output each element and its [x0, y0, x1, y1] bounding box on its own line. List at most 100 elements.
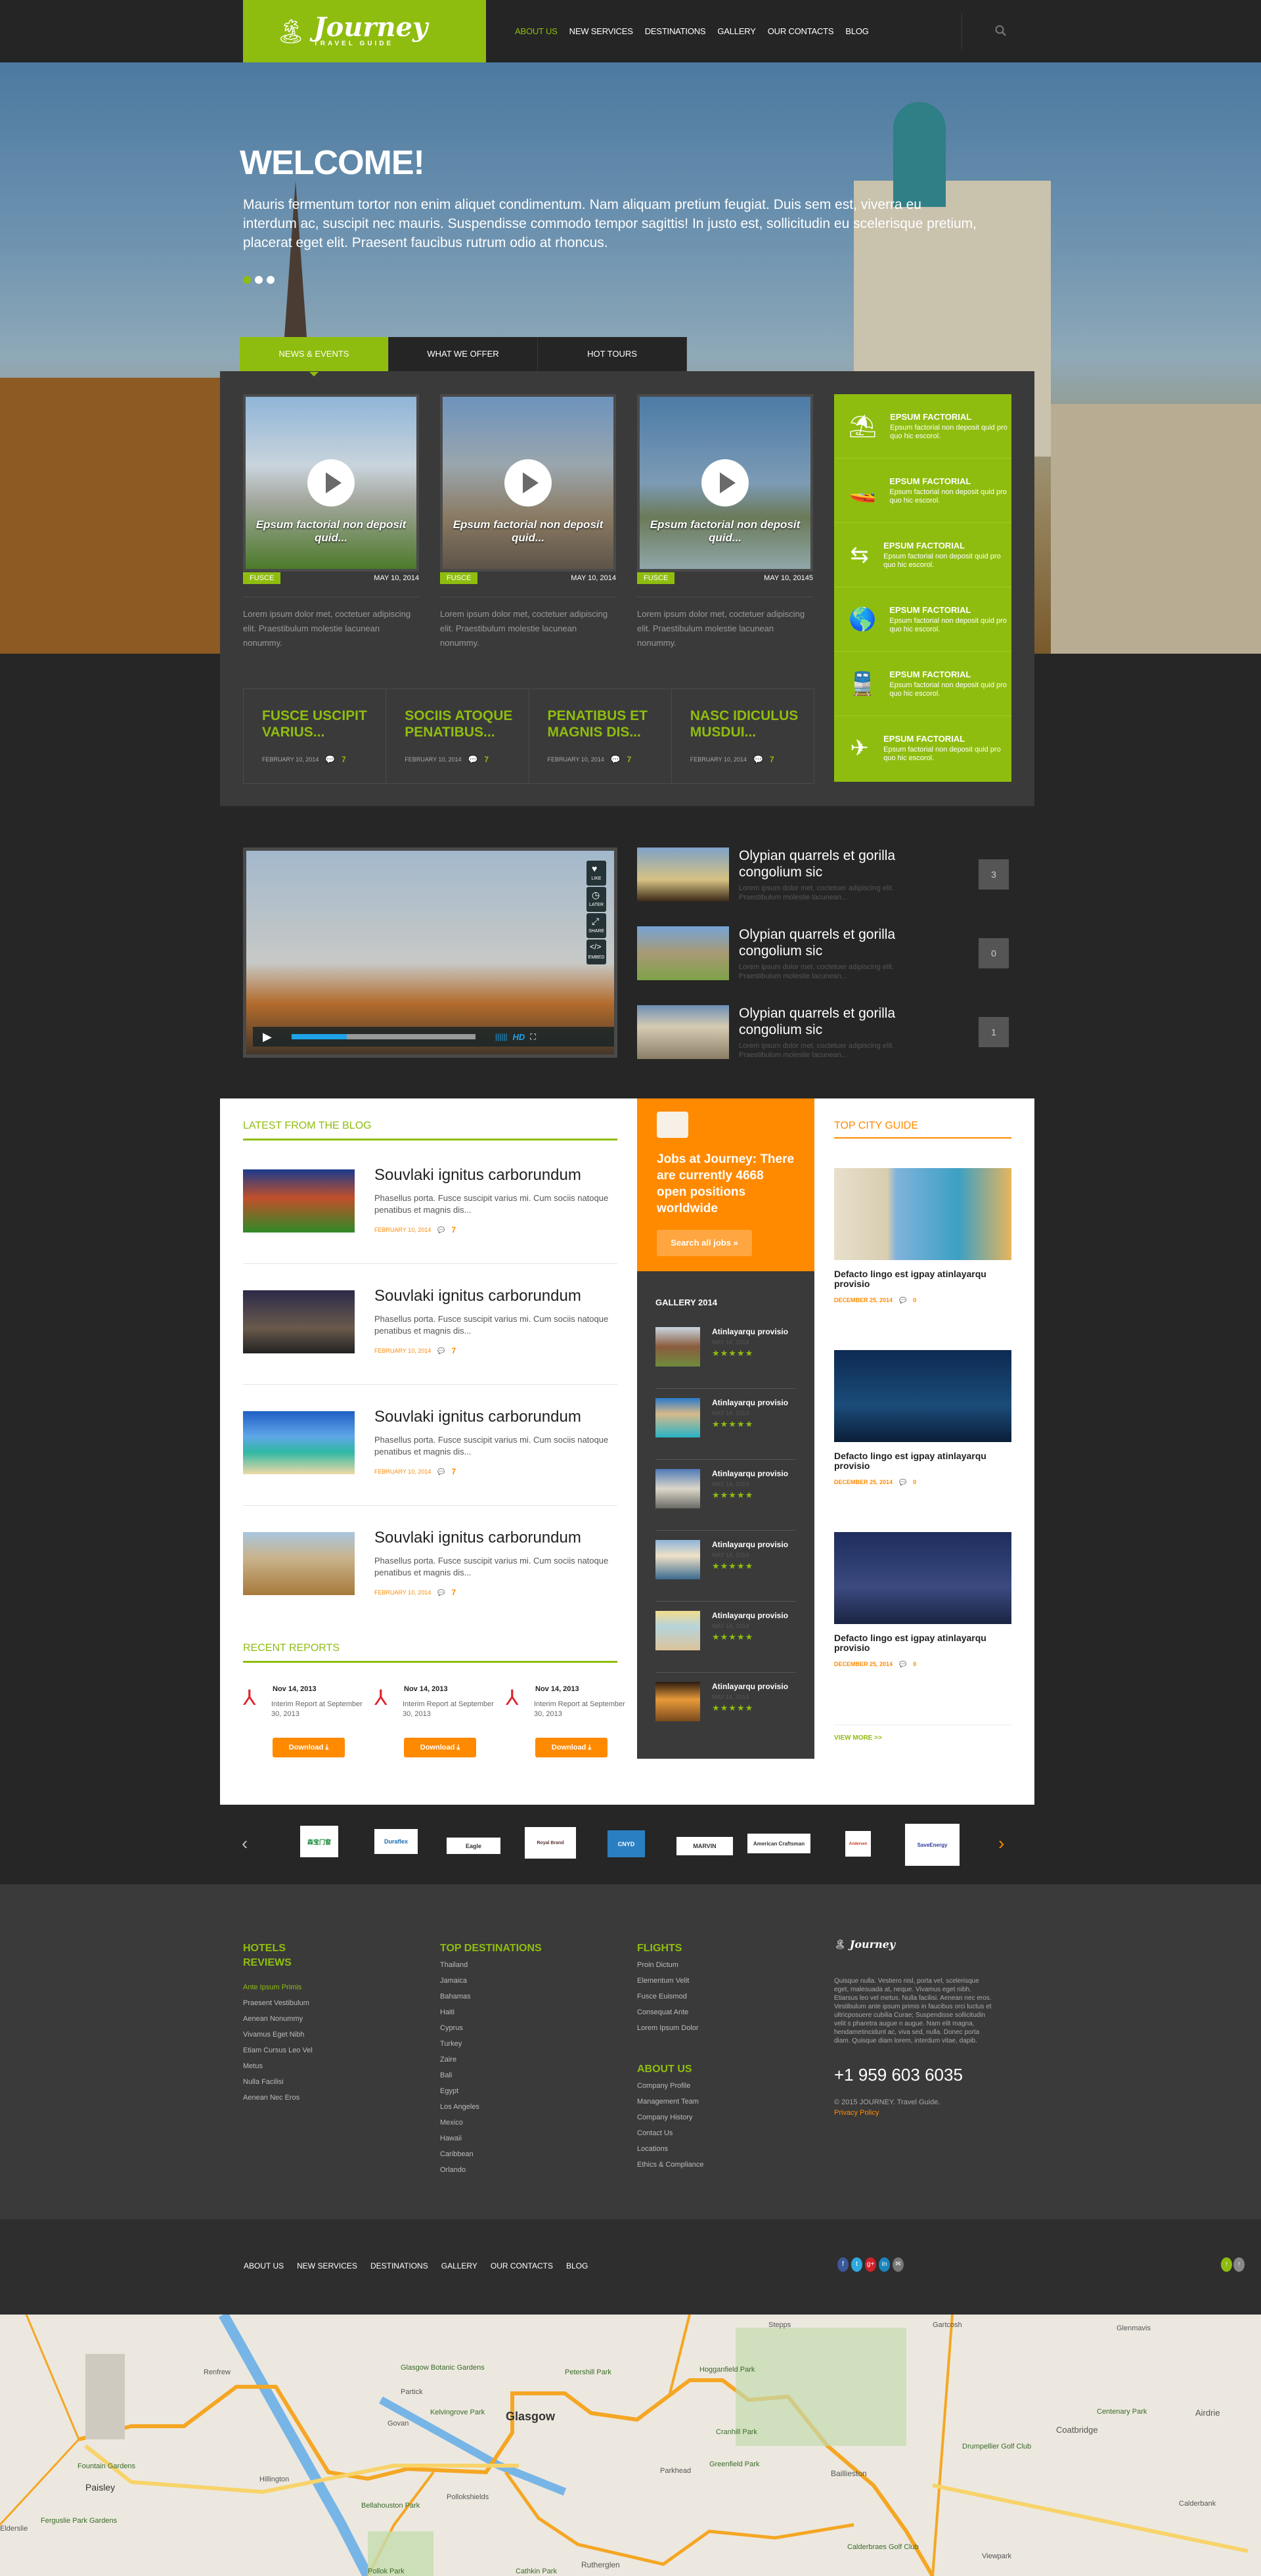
category-tag[interactable]: FUSCE	[440, 572, 478, 584]
feature-item[interactable]: 🚆 EPSUM FACTORIAL Epsum factorial non depo…	[834, 652, 1011, 716]
city-image[interactable]	[834, 1168, 1011, 1260]
city-item[interactable]: Defacto lingo est igpay atinlayarqu prov…	[834, 1168, 1011, 1304]
gallery-title[interactable]: Atinlayarqu provisio	[712, 1469, 788, 1478]
video-list-thumbnail[interactable]	[637, 926, 729, 980]
nav-gallery[interactable]: GALLERY	[717, 26, 756, 36]
video-list-item[interactable]: Olypian quarrels et gorilla congolium si…	[637, 926, 1031, 982]
blog-thumbnail[interactable]	[243, 1532, 355, 1595]
partner-logo[interactable]: SaveEnergy	[905, 1824, 960, 1866]
footer-link[interactable]: Etiam Cursus Leo Vel Metus	[243, 2043, 322, 2074]
view-more-link[interactable]: VIEW MORE >>	[834, 1725, 1011, 1742]
search-icon[interactable]	[995, 25, 1008, 38]
video-list-thumbnail[interactable]	[637, 1005, 729, 1059]
gallery-title[interactable]: Atinlayarqu provisio	[712, 1398, 788, 1407]
partner-logo[interactable]: Eagle	[447, 1838, 500, 1854]
prev-arrow-icon[interactable]: ‹	[242, 1833, 248, 1854]
privacy-policy-link[interactable]: Privacy Policy	[834, 2109, 992, 2117]
category-tag[interactable]: FUSCE	[637, 572, 675, 584]
gallery-item[interactable]: Atinlayarqu provisio MAY 14, 2014 ★★★★★	[655, 1540, 796, 1602]
linkedin-icon[interactable]: in	[879, 2257, 890, 2272]
footer-link[interactable]: Jamaica	[440, 1973, 542, 1989]
video-list-title[interactable]: Olypian quarrels et gorilla congolium si…	[739, 847, 936, 880]
map[interactable]: Glasgow Paisley Renfrew Partick Govan Gl…	[0, 2315, 1261, 2576]
news-title[interactable]: NASC IDICULUS MUSDUI...	[690, 708, 802, 740]
video-list-item[interactable]: Olypian quarrels et gorilla congolium si…	[637, 1005, 1031, 1061]
play-icon[interactable]	[307, 459, 355, 507]
download-button[interactable]: Download ⤓	[273, 1738, 345, 1757]
gallery-thumbnail[interactable]	[655, 1611, 700, 1650]
footer-link[interactable]: Bahamas	[440, 1989, 542, 2004]
footer-link[interactable]: Zaire	[440, 2052, 542, 2068]
footer-link[interactable]: Elementum Velit	[637, 1973, 704, 1989]
footer-link[interactable]: Aenean Nec Eros	[243, 2090, 322, 2106]
twitter-icon[interactable]: t	[851, 2257, 862, 2272]
video-thumbnail[interactable]: Epsum factorial non deposit quid...	[243, 394, 419, 572]
logo[interactable]: 🏝 Journey TRAVEL GUIDE	[243, 0, 486, 62]
nav-new-services[interactable]: NEW SERVICES	[569, 26, 633, 36]
download-button[interactable]: Download ⤓	[535, 1738, 608, 1757]
blog-title[interactable]: Souvlaki ignitus carborundum	[374, 1408, 581, 1426]
feature-item[interactable]: ✈ EPSUM FACTORIAL Epsum factorial non depo…	[834, 716, 1011, 780]
footer-link[interactable]: Cyprus	[440, 2020, 542, 2036]
footer-link[interactable]: Haiti	[440, 2004, 542, 2020]
blog-thumbnail[interactable]	[243, 1411, 355, 1474]
video-list-title[interactable]: Olypian quarrels et gorilla congolium si…	[739, 1005, 936, 1038]
city-title[interactable]: Defacto lingo est igpay atinlayarqu prov…	[834, 1269, 1011, 1289]
fullscreen-icon[interactable]: ⛶	[530, 1032, 535, 1042]
news-item[interactable]: SOCIIS ATOQUE PENATIBUS... FEBRUARY 10, …	[386, 689, 529, 783]
footer-link[interactable]: Ante Ipsum Primis	[243, 1979, 322, 1995]
footer-link[interactable]: Management Team	[637, 2094, 704, 2110]
gallery-item[interactable]: Atinlayarqu provisio MAY 14, 2014 ★★★★★	[655, 1611, 796, 1673]
nav-blog[interactable]: BLOG	[845, 26, 869, 36]
footer-link[interactable]: Mexico	[440, 2115, 542, 2131]
news-title[interactable]: FUSCE USCIPIT VARIUS...	[262, 708, 374, 740]
facebook-icon[interactable]: f	[837, 2257, 849, 2272]
video-list-item[interactable]: Olypian quarrels et gorilla congolium si…	[637, 847, 1031, 903]
gallery-item[interactable]: Atinlayarqu provisio MAY 14, 2014 ★★★★★	[655, 1398, 796, 1460]
download-button[interactable]: Download ⤓	[404, 1738, 476, 1757]
nav-about-us[interactable]: ABOUT US	[515, 26, 558, 36]
nav-destinations[interactable]: DESTINATIONS	[645, 26, 706, 36]
slider-dot[interactable]	[243, 276, 251, 284]
footer-link[interactable]: Los Angeles	[440, 2099, 542, 2115]
blog-post[interactable]: Souvlaki ignitus carborundum Phasellus p…	[243, 1506, 617, 1627]
partner-logo[interactable]: CNYD	[608, 1830, 645, 1857]
news-item[interactable]: FUSCE USCIPIT VARIUS... FEBRUARY 10, 201…	[244, 689, 387, 783]
footer-link[interactable]: Lorem Ipsum Dolor	[637, 2020, 704, 2036]
partner-logo[interactable]: Andersen	[845, 1831, 871, 1857]
feature-item[interactable]: 🚤 EPSUM FACTORIAL Epsum factorial non depo…	[834, 459, 1011, 523]
share-button[interactable]: ⤢ SHARE	[586, 913, 606, 938]
slider-dot[interactable]	[255, 276, 263, 284]
gallery-item[interactable]: Atinlayarqu provisio MAY 14, 2014 ★★★★★	[655, 1469, 796, 1531]
gallery-item[interactable]: Atinlayarqu provisio MAY 14, 2014 ★★★★★	[655, 1327, 796, 1389]
footer-link[interactable]: Vivamus Eget Nibh	[243, 2027, 322, 2043]
video-thumbnail[interactable]: Epsum factorial non deposit quid...	[637, 394, 813, 572]
bottom-nav-new-services[interactable]: NEW SERVICES	[297, 2261, 357, 2271]
arrow-up-icon[interactable]: ↑	[1233, 2257, 1245, 2272]
footer-link[interactable]: Nulla Facilisi	[243, 2074, 322, 2090]
footer-link[interactable]: Proin Dictum	[637, 1957, 704, 1973]
feature-item[interactable]: 🌎 EPSUM FACTORIAL Epsum factorial non depo…	[834, 587, 1011, 652]
footer-link[interactable]: Hawaii	[440, 2131, 542, 2146]
tab-what-we-offer[interactable]: WHAT WE OFFER	[389, 337, 538, 371]
footer-link[interactable]: Contact Us	[637, 2125, 704, 2141]
footer-link[interactable]: Thailand	[440, 1957, 542, 1973]
bottom-nav-gallery[interactable]: GALLERY	[441, 2261, 477, 2271]
footer-link[interactable]: Orlando	[440, 2162, 542, 2178]
bottom-nav-destinations[interactable]: DESTINATIONS	[370, 2261, 428, 2271]
city-title[interactable]: Defacto lingo est igpay atinlayarqu prov…	[834, 1451, 1011, 1471]
gallery-thumbnail[interactable]	[655, 1398, 700, 1437]
blog-title[interactable]: Souvlaki ignitus carborundum	[374, 1166, 581, 1185]
footer-logo[interactable]: 🏝 Journey	[834, 1938, 992, 1951]
partner-logo[interactable]: Duraflex	[374, 1829, 418, 1854]
partner-logo[interactable]: MARVIN	[676, 1837, 733, 1855]
gallery-title[interactable]: Atinlayarqu provisio	[712, 1611, 788, 1620]
city-image[interactable]	[834, 1532, 1011, 1624]
footer-link[interactable]: Company Profile	[637, 2078, 704, 2094]
category-tag[interactable]: FUSCE	[243, 572, 281, 584]
blog-post[interactable]: Souvlaki ignitus carborundum Phasellus p…	[243, 1264, 617, 1385]
embed-button[interactable]: </> EMBED	[586, 939, 606, 964]
news-item[interactable]: PENATIBUS ET MAGNIS DIS... FEBRUARY 10, …	[529, 689, 672, 783]
bottom-nav-our-contacts[interactable]: OUR CONTACTS	[491, 2261, 553, 2271]
city-image[interactable]	[834, 1350, 1011, 1442]
